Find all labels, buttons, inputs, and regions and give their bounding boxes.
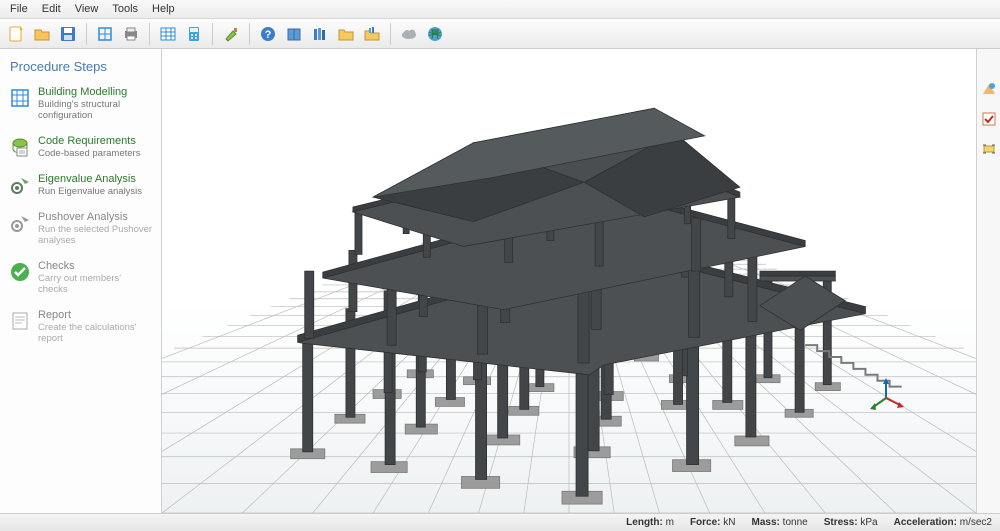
step-title: Code Requirements: [38, 135, 140, 147]
check-icon: [8, 260, 32, 284]
menu-file[interactable]: File: [4, 1, 34, 17]
folder-books-button[interactable]: [360, 22, 384, 46]
help-button[interactable]: ?: [256, 22, 280, 46]
building-icon: [8, 86, 32, 110]
gear-arrow-icon: [8, 211, 32, 235]
open-button[interactable]: [30, 22, 54, 46]
separator: [149, 23, 150, 45]
cloud-button[interactable]: [397, 22, 421, 46]
building-button[interactable]: [93, 22, 117, 46]
axes-gizmo: [866, 378, 906, 418]
step-desc: Create the calculations' report: [38, 322, 153, 344]
menu-view[interactable]: View: [69, 1, 105, 17]
step-pushover-analysis[interactable]: Pushover Analysis Run the selected Pusho…: [6, 207, 155, 256]
building-model: [162, 49, 976, 513]
svg-text:?: ?: [265, 29, 272, 41]
book-button[interactable]: [282, 22, 306, 46]
view-toggle-button[interactable]: [979, 79, 999, 99]
step-title: Report: [38, 309, 153, 321]
brush-button[interactable]: [219, 22, 243, 46]
sidebar-title: Procedure Steps: [6, 57, 155, 82]
status-mass: Mass: tonne: [752, 517, 808, 528]
right-toolbar: [976, 49, 1000, 513]
procedure-steps-panel: Procedure Steps Building Modelling Build…: [0, 49, 162, 513]
step-title: Eigenvalue Analysis: [38, 173, 142, 185]
step-report[interactable]: Report Create the calculations' report: [6, 305, 155, 354]
extent-button[interactable]: [979, 139, 999, 159]
viewport-3d[interactable]: [162, 49, 976, 513]
step-desc: Run Eigenvalue analysis: [38, 186, 142, 197]
books-button[interactable]: [308, 22, 332, 46]
menu-edit[interactable]: Edit: [36, 1, 67, 17]
step-title: Pushover Analysis: [38, 211, 153, 223]
status-accel: Acceleration: m/sec2: [894, 517, 992, 528]
toolbar: ?: [0, 19, 1000, 49]
status-stress: Stress: kPa: [824, 517, 878, 528]
menubar: File Edit View Tools Help: [0, 0, 1000, 19]
step-title: Building Modelling: [38, 86, 153, 98]
table-button[interactable]: [156, 22, 180, 46]
step-desc: Carry out members' checks: [38, 273, 153, 295]
step-checks[interactable]: Checks Carry out members' checks: [6, 256, 155, 305]
step-desc: Run the selected Pushover analyses: [38, 224, 153, 246]
menu-tools[interactable]: Tools: [106, 1, 144, 17]
step-title: Checks: [38, 260, 153, 272]
save-button[interactable]: [56, 22, 80, 46]
calc-button[interactable]: [182, 22, 206, 46]
step-desc: Code-based parameters: [38, 148, 140, 159]
separator: [390, 23, 391, 45]
step-code-requirements[interactable]: Code Requirements Code-based parameters: [6, 131, 155, 169]
check-toggle-button[interactable]: [979, 109, 999, 129]
print-button[interactable]: [119, 22, 143, 46]
workspace: Procedure Steps Building Modelling Build…: [0, 49, 1000, 513]
statusbar: Length: m Force: kN Mass: tonne Stress: …: [0, 513, 1000, 531]
separator: [212, 23, 213, 45]
status-length: Length: m: [626, 517, 674, 528]
step-desc: Building's structural configuration: [38, 99, 153, 121]
step-building-modelling[interactable]: Building Modelling Building's structural…: [6, 82, 155, 131]
step-eigenvalue-analysis[interactable]: Eigenvalue Analysis Run Eigenvalue analy…: [6, 169, 155, 207]
separator: [86, 23, 87, 45]
gear-arrow-icon: [8, 173, 32, 197]
report-icon: [8, 309, 32, 333]
menu-help[interactable]: Help: [146, 1, 181, 17]
globe-button[interactable]: [423, 22, 447, 46]
status-force: Force: kN: [690, 517, 736, 528]
code-icon: [8, 135, 32, 159]
folder-button[interactable]: [334, 22, 358, 46]
new-button[interactable]: [4, 22, 28, 46]
separator: [249, 23, 250, 45]
